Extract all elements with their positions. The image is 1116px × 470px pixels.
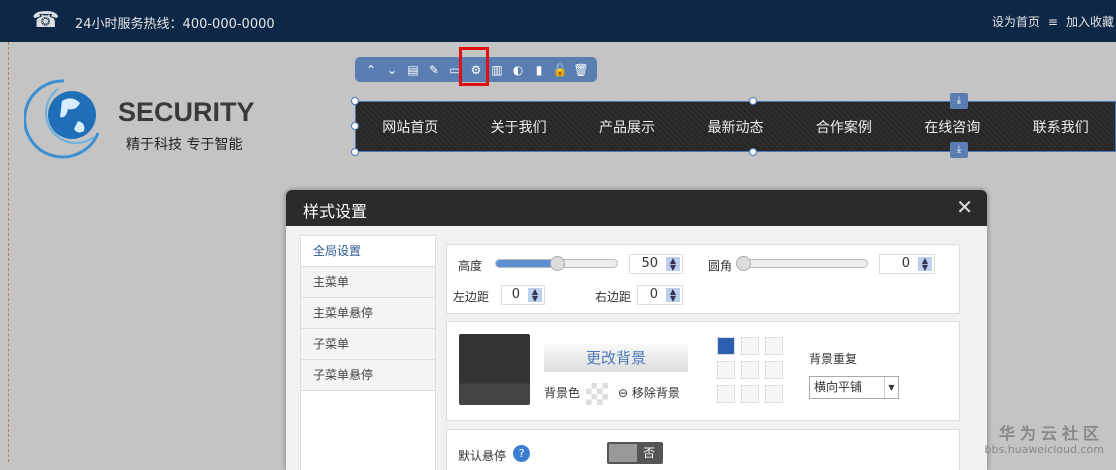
position-cell[interactable] — [741, 337, 759, 355]
background-panel: 更改背景 背景色 ⊖ 移除背景 背景重复 横向平铺 ▼ — [446, 321, 960, 421]
brand-name: SECURITY — [118, 97, 255, 127]
tab-submenu[interactable]: 子菜单 — [301, 329, 435, 360]
bg-position-grid — [717, 337, 783, 403]
right-margin-label: 右边距 — [595, 290, 632, 304]
tab-global[interactable]: 全局设置 — [301, 236, 435, 267]
insert-below-icon[interactable]: ⤓ — [950, 142, 968, 158]
resize-handle[interactable] — [351, 122, 359, 130]
hover-toggle[interactable]: 否 — [607, 442, 663, 464]
nav-item[interactable]: 关于我们 — [464, 117, 572, 137]
size-panel: 高度 50 ▲ ▼ 圆角 0 ▲ ▼ 左边距 0 ▲ ▼ 右边距 0 ▲ ▼ — [446, 244, 960, 314]
columns-icon[interactable]: ▥ — [489, 63, 505, 77]
default-hover-label: 默认悬停 — [458, 449, 507, 463]
radius-input[interactable]: 0 ▲ ▼ — [879, 254, 935, 274]
nav-item[interactable]: 最新动态 — [681, 117, 789, 137]
slogan: 精于科技 专于智能 — [126, 137, 243, 153]
right-margin-input[interactable]: 0 ▲ ▼ — [637, 285, 683, 305]
height-input[interactable]: 50 ▲ ▼ — [629, 254, 683, 274]
top-bar: ☎ 24小时服务热线：400-000-0000 设为首页 ≡ 加入收藏 — [0, 0, 1116, 42]
remove-background-button[interactable]: ⊖ 移除背景 — [618, 384, 680, 401]
position-cell[interactable] — [741, 385, 759, 403]
resize-handle[interactable] — [351, 148, 359, 156]
move-up-icon[interactable]: ⌃ — [363, 63, 379, 77]
edit-icon[interactable]: ✎ — [426, 63, 442, 77]
nav-item[interactable]: 网站首页 — [356, 117, 464, 137]
radius-slider[interactable] — [736, 256, 868, 271]
close-icon[interactable]: ✕ — [956, 195, 973, 219]
nav-item[interactable]: 合作案例 — [790, 117, 898, 137]
guide-line — [8, 42, 9, 462]
help-icon[interactable]: ? — [513, 445, 530, 462]
style-settings-dialog: 样式设置 ✕ 全局设置 主菜单 主菜单悬停 子菜单 子菜单悬停 高度 50 ▲ ▼ 圆… — [286, 190, 987, 470]
nav-item[interactable]: 产品展示 — [573, 117, 681, 137]
left-margin-label: 左边距 — [453, 290, 490, 304]
background-preview — [459, 334, 530, 405]
position-cell[interactable] — [717, 337, 735, 355]
dialog-title: 样式设置 — [303, 202, 368, 221]
nav-item[interactable]: 在线咨询 — [898, 117, 1006, 137]
position-cell[interactable] — [765, 337, 783, 355]
tab-submenu-hover[interactable]: 子菜单悬停 — [301, 360, 435, 391]
chart-icon[interactable]: ▮ — [531, 63, 547, 77]
height-label: 高度 — [458, 259, 483, 273]
link-page-icon[interactable]: ▤ — [405, 63, 421, 77]
lock-icon[interactable]: 🔓 — [552, 63, 568, 77]
position-cell[interactable] — [717, 361, 735, 379]
hotline-text: 24小时服务热线：400-000-0000 — [75, 17, 275, 32]
bg-repeat-select[interactable]: 横向平铺 ▼ — [809, 376, 899, 399]
height-slider[interactable] — [495, 256, 618, 271]
radius-label: 圆角 — [708, 259, 733, 273]
resize-handle[interactable] — [749, 148, 757, 156]
globe-logo-icon — [24, 79, 100, 159]
nav-item[interactable]: 联系我们 — [1007, 117, 1115, 137]
position-cell[interactable] — [765, 385, 783, 403]
add-favorite-link[interactable]: 加入收藏 — [1066, 15, 1114, 29]
bg-repeat-label: 背景重复 — [809, 352, 858, 366]
tab-main-menu[interactable]: 主菜单 — [301, 267, 435, 298]
move-down-icon[interactable]: ⌄ — [384, 63, 400, 77]
effect-icon[interactable]: ◐ — [510, 63, 526, 77]
main-nav: 网站首页 关于我们 产品展示 最新动态 合作案例 在线咨询 联系我们 — [355, 101, 1116, 152]
highlight-box — [459, 47, 489, 86]
phone-icon: ☎ — [32, 8, 60, 33]
position-cell[interactable] — [741, 361, 759, 379]
set-home-link[interactable]: 设为首页 — [992, 15, 1040, 29]
resize-handle[interactable] — [351, 97, 359, 105]
resize-handle[interactable] — [749, 97, 757, 105]
insert-above-icon[interactable]: ⤓ — [950, 93, 968, 109]
watermark-url: bbs.huaweicloud.com — [984, 443, 1104, 456]
hover-panel: 默认悬停 ? 否 — [446, 429, 960, 470]
position-cell[interactable] — [717, 385, 735, 403]
separator: ≡ — [1047, 15, 1058, 29]
settings-tabs: 全局设置 主菜单 主菜单悬停 子菜单 子菜单悬停 — [300, 235, 436, 470]
delete-icon[interactable]: 🗑 — [573, 63, 589, 77]
watermark: 华为云社区 — [998, 424, 1104, 443]
change-background-button[interactable]: 更改背景 — [544, 344, 688, 372]
left-margin-input[interactable]: 0 ▲ ▼ — [501, 285, 545, 305]
tab-main-menu-hover[interactable]: 主菜单悬停 — [301, 298, 435, 329]
bg-color-picker[interactable] — [586, 383, 608, 405]
bg-color-label: 背景色 — [544, 386, 581, 400]
position-cell[interactable] — [765, 361, 783, 379]
